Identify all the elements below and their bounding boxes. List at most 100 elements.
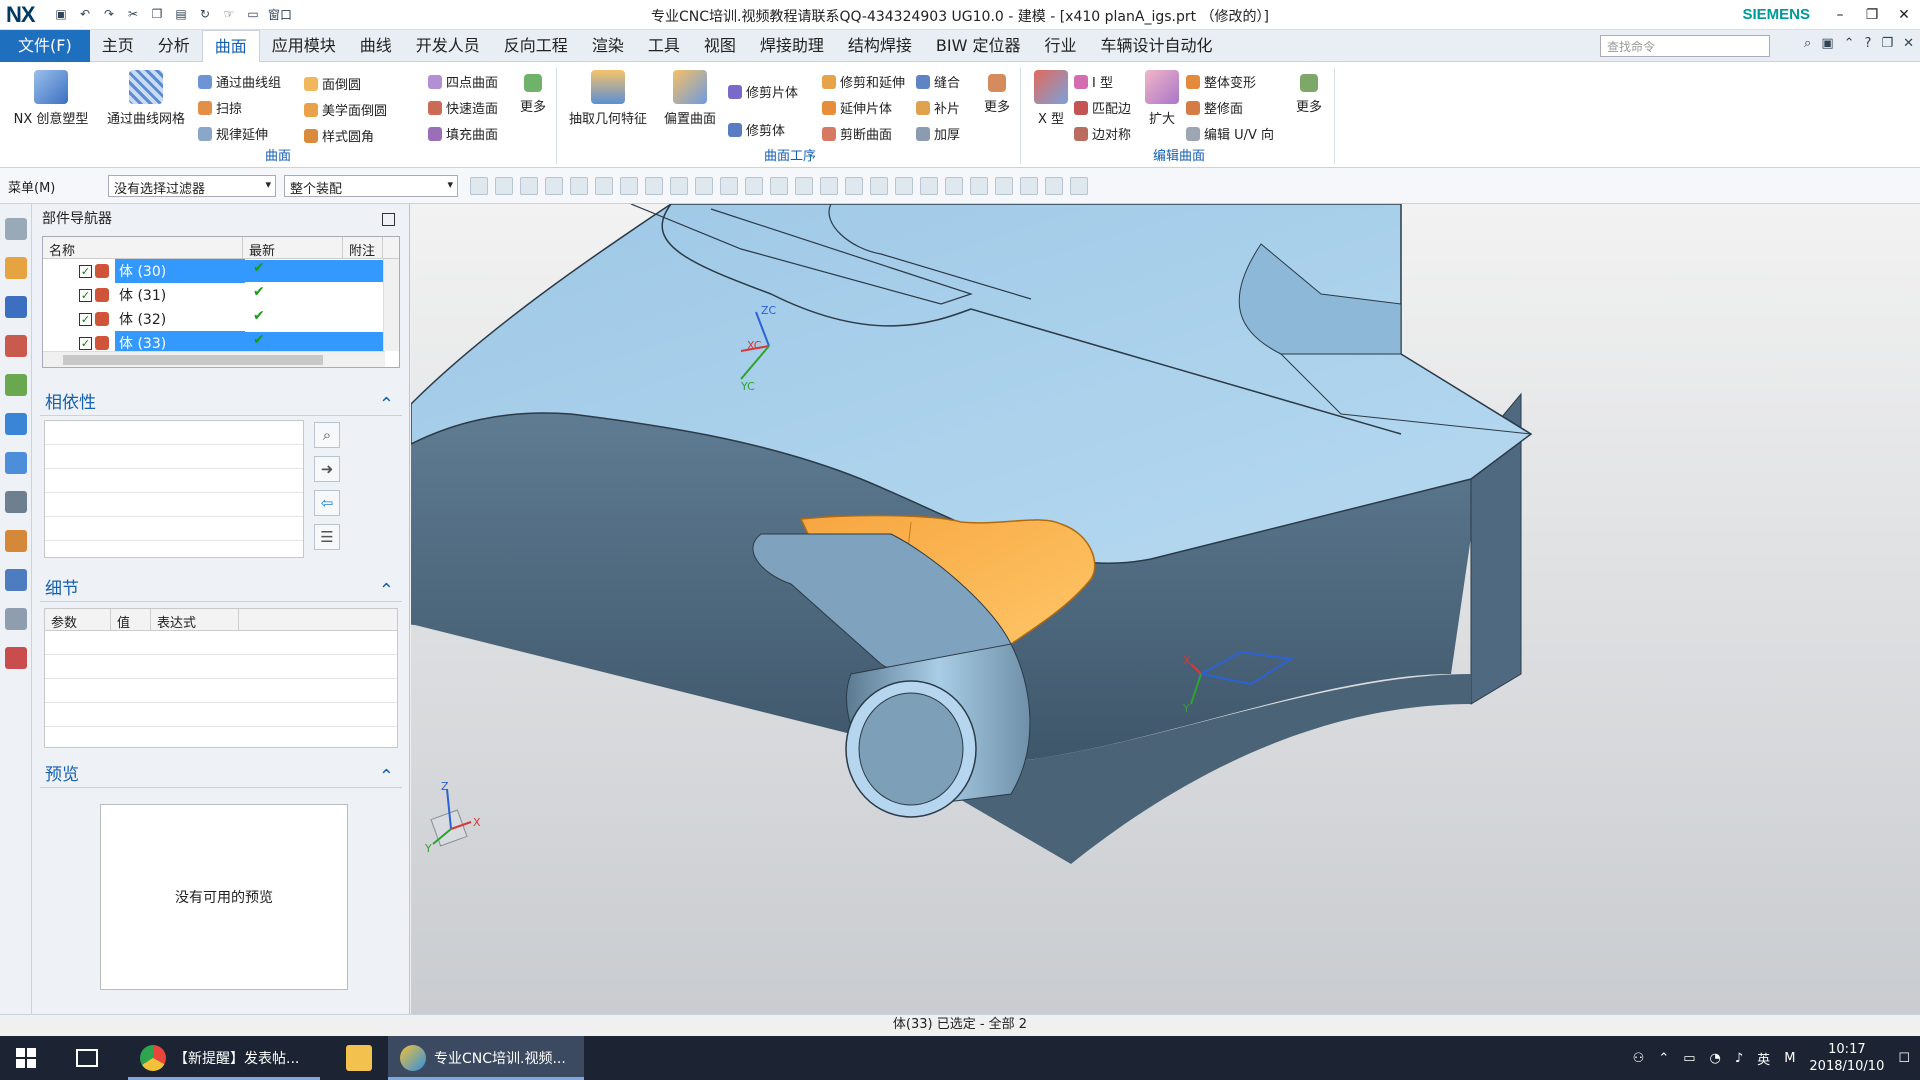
tab-tools[interactable]: 工具	[636, 30, 692, 62]
patch-button[interactable]: 补片	[916, 98, 960, 117]
control-point-icon[interactable]	[720, 177, 738, 195]
input-language[interactable]: 英	[1757, 1049, 1770, 1068]
main-menu-button[interactable]: 菜单(M)	[8, 177, 55, 196]
offset-surface-button[interactable]: 偏置曲面	[658, 70, 722, 127]
tab-curve[interactable]: 曲线	[348, 30, 404, 62]
match-edge-button[interactable]: 匹配边	[1074, 98, 1131, 117]
body-icon[interactable]	[595, 177, 613, 195]
thicken-button[interactable]: 加厚	[916, 124, 960, 143]
web-browser-icon[interactable]	[5, 452, 27, 474]
i-form-button[interactable]: I 型	[1074, 72, 1113, 91]
intersection-icon[interactable]	[745, 177, 763, 195]
tab-reverse-engineering[interactable]: 反向工程	[492, 30, 580, 62]
reuse-library-icon[interactable]	[5, 374, 27, 396]
face-blend-button[interactable]: 面倒圆	[304, 74, 361, 93]
manufacturing-wizard-icon[interactable]	[5, 608, 27, 630]
tab-biw-locator[interactable]: BIW 定位器	[924, 30, 1033, 62]
details-header[interactable]: 细节	[40, 576, 402, 604]
volume-icon[interactable]: ♪	[1735, 1051, 1743, 1066]
column-parameter[interactable]: 参数	[45, 609, 111, 631]
through-curve-mesh-button[interactable]: 通过曲线网格	[100, 70, 192, 127]
tab-vehicle-design[interactable]: 车辆设计自动化	[1089, 30, 1225, 62]
law-extension-button[interactable]: 规律延伸	[198, 124, 268, 143]
show-hide-icon[interactable]	[1070, 177, 1088, 195]
tree-row[interactable]: ✓ 体 (31) ✔	[43, 283, 399, 307]
lasso-icon[interactable]	[520, 177, 538, 195]
notifications-icon[interactable]: ☐	[1898, 1051, 1910, 1066]
refit-face-button[interactable]: 整修面	[1186, 98, 1243, 117]
system-materials-icon[interactable]	[5, 530, 27, 552]
tab-industry[interactable]: 行业	[1033, 30, 1089, 62]
visibility-checkbox[interactable]: ✓	[79, 288, 92, 302]
x-form-button[interactable]: X 型	[1030, 70, 1072, 127]
tab-structure-weld[interactable]: 结构焊接	[836, 30, 924, 62]
hd3d-tools-icon[interactable]	[5, 413, 27, 435]
part-navigator-icon[interactable]	[5, 335, 27, 357]
forward-arrow-icon[interactable]: ➜	[314, 456, 340, 482]
trim-extend-button[interactable]: 修剪和延伸	[822, 72, 905, 91]
constraint-navigator-icon[interactable]	[5, 296, 27, 318]
column-name[interactable]: 名称	[43, 237, 243, 259]
curve-icon[interactable]	[695, 177, 713, 195]
orient-view-icon[interactable]	[995, 177, 1013, 195]
tab-surface[interactable]: 曲面	[201, 29, 260, 62]
render-style-icon[interactable]	[1020, 177, 1038, 195]
taskbar-app-browser[interactable]: 【新提醒】发表帖...	[128, 1036, 320, 1080]
layer-icon[interactable]	[1045, 177, 1063, 195]
show-hidden-icons[interactable]: ⌃	[1658, 1051, 1669, 1066]
battery-icon[interactable]: ▭	[1683, 1051, 1695, 1066]
styled-blend-button[interactable]: 样式圆角	[304, 126, 374, 145]
feature-icon[interactable]	[495, 177, 513, 195]
edit-uv-direction-button[interactable]: 编辑 U/V 向	[1186, 124, 1274, 143]
sweep-button[interactable]: 扫掠	[198, 98, 242, 117]
trim-body-button[interactable]: 修剪体	[728, 120, 785, 139]
sew-button[interactable]: 缝合	[916, 72, 960, 91]
surface-ops-more-button[interactable]: 更多	[980, 74, 1014, 115]
divide-face-button[interactable]: 剪断曲面	[822, 124, 892, 143]
tab-developer[interactable]: 开发人员	[404, 30, 492, 62]
history-icon[interactable]	[5, 491, 27, 513]
people-icon[interactable]: ⚇	[1633, 1051, 1645, 1066]
clock[interactable]: 10:17 2018/10/10	[1809, 1041, 1884, 1075]
visibility-checkbox[interactable]: ✓	[79, 312, 92, 326]
point-on-curve-icon[interactable]	[845, 177, 863, 195]
assembly-navigator-icon[interactable]	[5, 257, 27, 279]
visibility-checkbox[interactable]: ✓	[79, 336, 92, 350]
network-icon[interactable]: ◔	[1710, 1051, 1721, 1066]
start-button-icon[interactable]	[16, 1048, 36, 1068]
rapid-surfacing-button[interactable]: 快速造面	[428, 98, 498, 117]
minimize-button[interactable]: –	[1824, 0, 1856, 30]
assembly-scope-dropdown[interactable]: 整个装配	[284, 175, 458, 197]
command-search-input[interactable]: 查找命令	[1600, 35, 1770, 57]
edge-symmetry-button[interactable]: 边对称	[1074, 124, 1131, 143]
face-icon[interactable]	[570, 177, 588, 195]
preview-header[interactable]: 预览	[40, 762, 402, 790]
tab-view[interactable]: 视图	[692, 30, 748, 62]
enlarge-button[interactable]: 扩大	[1142, 70, 1182, 127]
snap-point-icon[interactable]	[620, 177, 638, 195]
tab-weld-assistant[interactable]: 焊接助理	[748, 30, 836, 62]
nx-realize-shape-button[interactable]: NX 创意塑型	[10, 70, 92, 127]
tree-row[interactable]: ✓ 体 (30) ✔	[43, 259, 399, 283]
process-studio-icon[interactable]	[5, 569, 27, 591]
tab-home[interactable]: 主页	[90, 30, 146, 62]
trim-sheet-button[interactable]: 修剪片体	[728, 82, 798, 101]
taskbar-file-explorer[interactable]	[334, 1036, 384, 1080]
fill-surface-button[interactable]: 填充曲面	[428, 124, 498, 143]
box-select-icon[interactable]	[545, 177, 563, 195]
model-view[interactable]: ZC XC YC X Y Z Y X	[411, 204, 1920, 1014]
tree-row[interactable]: ✓ 体 (32) ✔	[43, 307, 399, 331]
four-point-surface-button[interactable]: 四点曲面	[428, 72, 498, 91]
tree-horizontal-scrollbar[interactable]	[43, 351, 385, 367]
collapse-icon[interactable]: ⌃	[1844, 36, 1855, 51]
center-icon[interactable]	[770, 177, 788, 195]
endpoint-icon[interactable]	[645, 177, 663, 195]
settings-icon[interactable]	[5, 218, 27, 240]
taskbar-app-nx[interactable]: 专业CNC培训.视频...	[388, 1036, 584, 1080]
column-note[interactable]: 附注	[343, 237, 383, 259]
column-expression[interactable]: 表达式	[151, 609, 239, 631]
doc-close-icon[interactable]: ✕	[1903, 36, 1914, 51]
zoom-icon[interactable]	[945, 177, 963, 195]
task-view-icon[interactable]	[76, 1049, 98, 1067]
through-curves-button[interactable]: 通过曲线组	[198, 72, 281, 91]
